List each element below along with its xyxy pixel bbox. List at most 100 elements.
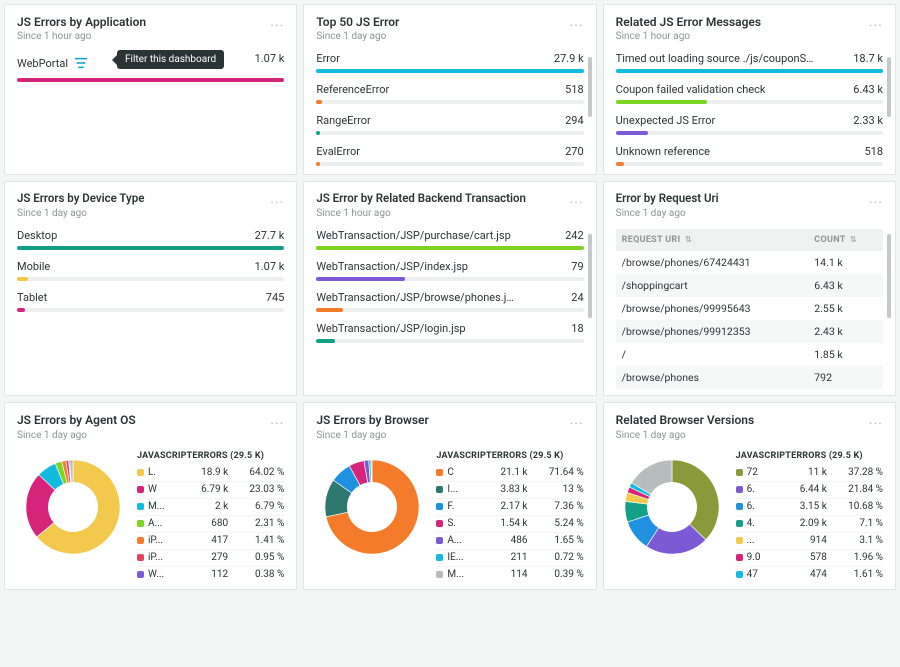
bar-row[interactable]: Tablet745 bbox=[17, 291, 284, 312]
bar-row[interactable]: EvalError270 bbox=[316, 145, 583, 166]
scrollbar[interactable] bbox=[588, 234, 592, 387]
table-row[interactable]: /browse/phones792 bbox=[616, 366, 883, 389]
legend-row[interactable]: iP...4171.41 % bbox=[137, 533, 284, 550]
bar-row[interactable]: WebTransaction/JSP/purchase/cart.jsp242 bbox=[316, 229, 583, 250]
legend-row[interactable]: 6.6.44 k21.84 % bbox=[736, 482, 883, 499]
bar-row[interactable]: Desktop27.7 k bbox=[17, 229, 284, 250]
legend-row[interactable]: C21.1 k71.64 % bbox=[436, 465, 583, 482]
legend-row[interactable]: ...9143.1 % bbox=[736, 533, 883, 550]
table-row[interactable]: /1.85 k bbox=[616, 343, 883, 366]
legend-row[interactable]: L.18.9 k64.02 % bbox=[137, 465, 284, 482]
legend-swatch bbox=[137, 571, 144, 578]
card-menu-button[interactable]: ... bbox=[270, 413, 284, 427]
legend-row[interactable]: 474741.61 % bbox=[736, 567, 883, 583]
card-menu-button[interactable]: ... bbox=[270, 192, 284, 206]
table-row[interactable]: /browse/phones/999123532.43 k bbox=[616, 320, 883, 343]
legend-row[interactable]: IE...2110.72 % bbox=[436, 550, 583, 567]
bar-row[interactable]: Coupon failed validation check6.43 k bbox=[616, 83, 883, 104]
bar-row[interactable]: WebTransaction/JSP/index.jsp79 bbox=[316, 260, 583, 281]
legend-row[interactable]: W...1120.38 % bbox=[137, 567, 284, 583]
card-subtitle: Since 1 day ago bbox=[316, 31, 569, 42]
legend-row[interactable]: I...3.83 k13 % bbox=[436, 482, 583, 499]
legend-value: 914 bbox=[775, 535, 827, 546]
cell-count: 792 bbox=[808, 366, 883, 389]
legend-swatch bbox=[436, 486, 443, 493]
legend-value: 6.79 k bbox=[176, 484, 228, 495]
bar-label: WebTransaction/JSP/index.jsp bbox=[316, 260, 468, 273]
card-subtitle: Since 1 hour ago bbox=[316, 208, 569, 219]
donut-chart[interactable] bbox=[316, 451, 428, 563]
bar-row[interactable]: WebTransaction/JSP/login.jsp18 bbox=[316, 322, 583, 343]
legend-row[interactable]: M...2 k6.79 % bbox=[137, 499, 284, 516]
legend-swatch bbox=[736, 486, 743, 493]
legend-swatch bbox=[137, 486, 144, 493]
legend-swatch bbox=[736, 520, 743, 527]
card-menu-button[interactable]: ... bbox=[570, 192, 584, 206]
legend-title: JAVASCRIPTERRORS (29.5 K) bbox=[436, 451, 583, 461]
legend-row[interactable]: W6.79 k23.03 % bbox=[137, 482, 284, 499]
legend-pct: 1.96 % bbox=[831, 552, 883, 563]
legend-row[interactable]: 4.2.09 k7.1 % bbox=[736, 516, 883, 533]
donut-chart[interactable] bbox=[616, 451, 728, 563]
legend-row[interactable]: iP...2790.95 % bbox=[137, 550, 284, 567]
card-title: JS Errors by Device Type bbox=[17, 192, 270, 206]
table-row[interactable]: /shoppingcart6.43 k bbox=[616, 274, 883, 297]
legend-value: 578 bbox=[775, 552, 827, 563]
legend-row[interactable]: S.1.54 k5.24 % bbox=[436, 516, 583, 533]
bar-label: WebPortal bbox=[17, 57, 68, 70]
legend-label: 6. bbox=[747, 501, 771, 512]
col-header-uri[interactable]: REQUEST URI ⇅ bbox=[616, 229, 809, 251]
table-row[interactable]: /browse/phones/999956432.55 k bbox=[616, 297, 883, 320]
legend-row[interactable]: A...4861.65 % bbox=[436, 533, 583, 550]
legend-row[interactable]: F.2.17 k7.36 % bbox=[436, 499, 583, 516]
scrollbar[interactable] bbox=[887, 57, 891, 166]
card-menu-button[interactable]: ... bbox=[869, 413, 883, 427]
table-row[interactable]: /browse/phones/6742443114.1 k bbox=[616, 251, 883, 274]
bar-value: 27.7 k bbox=[255, 229, 285, 242]
bar-value: 18 bbox=[571, 322, 583, 335]
bar-row[interactable]: Mobile1.07 k bbox=[17, 260, 284, 281]
bar-value: 27.9 k bbox=[554, 52, 584, 65]
legend-value: 21.1 k bbox=[475, 467, 527, 478]
bar-row[interactable]: Unknown reference518 bbox=[616, 145, 883, 166]
card-subtitle: Since 1 day ago bbox=[616, 430, 869, 441]
bar-track bbox=[17, 246, 284, 250]
card-menu-button[interactable]: ... bbox=[570, 15, 584, 29]
legend-row[interactable]: A...6802.31 % bbox=[137, 516, 284, 533]
widget-card: Related Browser VersionsSince 1 day ago.… bbox=[603, 402, 896, 589]
scrollbar[interactable] bbox=[887, 234, 891, 387]
donut-chart[interactable] bbox=[17, 451, 129, 563]
legend-label: 47 bbox=[747, 569, 771, 580]
bar-track bbox=[316, 339, 583, 343]
bar-label: RangeError bbox=[316, 114, 370, 127]
legend-swatch bbox=[436, 469, 443, 476]
bar-row[interactable]: ReferenceError518 bbox=[316, 83, 583, 104]
widget-card: JS Errors by ApplicationSince 1 hour ago… bbox=[4, 4, 297, 175]
card-title: JS Errors by Agent OS bbox=[17, 413, 270, 427]
bar-row[interactable]: Unexpected JS Error2.33 k bbox=[616, 114, 883, 135]
card-menu-button[interactable]: ... bbox=[869, 192, 883, 206]
legend-row[interactable]: 7211 k37.28 % bbox=[736, 465, 883, 482]
card-title: Related JS Error Messages bbox=[616, 15, 869, 29]
bar-list: WebPortalFilter this dashboard1.07 k bbox=[17, 52, 284, 82]
legend-pct: 2.31 % bbox=[232, 518, 284, 529]
bar-row[interactable]: Timed out loading source ./js/couponSpe.… bbox=[616, 52, 883, 73]
card-menu-button[interactable]: ... bbox=[570, 413, 584, 427]
scrollbar[interactable] bbox=[588, 57, 592, 166]
legend-row[interactable]: 6.3.15 k10.68 % bbox=[736, 499, 883, 516]
cell-uri: /browse/phones bbox=[616, 366, 809, 389]
bar-row[interactable]: RangeError294 bbox=[316, 114, 583, 135]
legend-swatch bbox=[436, 503, 443, 510]
legend-row[interactable]: M...1140.39 % bbox=[436, 567, 583, 583]
legend-row[interactable]: 9.05781.96 % bbox=[736, 550, 883, 567]
card-menu-button[interactable]: ... bbox=[270, 15, 284, 29]
filter-icon[interactable] bbox=[74, 56, 88, 70]
col-header-count[interactable]: COUNT ⇅ bbox=[808, 229, 883, 251]
card-menu-button[interactable]: ... bbox=[869, 15, 883, 29]
legend-pct: 7.36 % bbox=[532, 501, 584, 512]
legend-swatch bbox=[736, 469, 743, 476]
bar-row[interactable]: WebPortalFilter this dashboard1.07 k bbox=[17, 52, 284, 82]
bar-row[interactable]: Error27.9 k bbox=[316, 52, 583, 73]
legend-value: 11 k bbox=[775, 467, 827, 478]
bar-row[interactable]: WebTransaction/JSP/browse/phones.jsp24 bbox=[316, 291, 583, 312]
